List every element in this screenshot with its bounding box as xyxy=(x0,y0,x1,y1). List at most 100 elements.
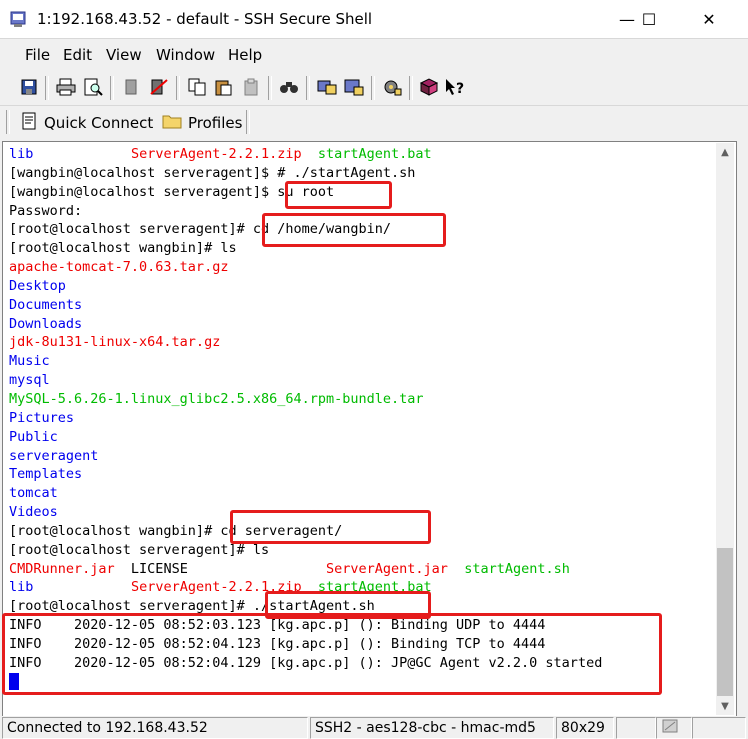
terminal-line: Pictures xyxy=(4,409,716,428)
terminal-text: serveragent xyxy=(9,447,99,464)
quick-connect-icon xyxy=(20,112,38,134)
terminal-text: Public xyxy=(9,428,58,445)
close-button[interactable]: ✕ xyxy=(686,0,732,38)
terminal-line: jdk-8u131-linux-x64.tar.gz xyxy=(4,333,716,352)
highlight-agent-output xyxy=(2,613,662,695)
scroll-up-arrow-icon[interactable]: ▲ xyxy=(716,143,734,161)
terminal-line: apache-tomcat-7.0.63.tar.gz xyxy=(4,258,716,277)
terminal-text: Pictures xyxy=(9,409,75,426)
menu-view[interactable]: View xyxy=(106,46,142,64)
terminal-line: Documents xyxy=(4,296,716,315)
scrollbar-thumb[interactable] xyxy=(717,548,733,696)
terminal-text: [wangbin@localhost serveragent]$ # ./sta… xyxy=(9,164,416,181)
terminal-text: Templates xyxy=(9,466,83,483)
status-panel-last xyxy=(692,717,746,739)
settings-icon[interactable] xyxy=(381,76,403,98)
toolbar-separator xyxy=(268,76,272,100)
terminal-text: Password: xyxy=(9,202,83,219)
highlight-su-root xyxy=(285,181,392,209)
profiles-button[interactable]: Profiles xyxy=(162,109,242,137)
scroll-down-arrow-icon[interactable]: ▼ xyxy=(716,697,734,715)
menu-file[interactable]: File xyxy=(25,46,50,64)
paste-icon[interactable] xyxy=(212,76,234,98)
terminal-line: Public xyxy=(4,428,716,447)
terminal-text: Desktop xyxy=(9,277,66,294)
print-preview-icon[interactable] xyxy=(82,76,104,98)
terminal-text: CMDRunner.jar xyxy=(9,560,115,577)
terminal-line: Desktop xyxy=(4,277,716,296)
save-icon[interactable] xyxy=(18,76,40,98)
terminal-line: Music xyxy=(4,352,716,371)
terminal-text: Music xyxy=(9,353,50,370)
status-connection: Connected to 192.168.43.52 xyxy=(2,717,308,739)
terminal-line: tomcat xyxy=(4,484,716,503)
terminal-text: Videos xyxy=(9,504,58,521)
terminal-text: startAgent.sh xyxy=(464,560,570,577)
terminal-text: LICENSE xyxy=(114,560,326,577)
quick-connect-button[interactable]: Quick Connect xyxy=(20,109,153,137)
copy-icon[interactable] xyxy=(186,76,208,98)
help-book-icon[interactable] xyxy=(418,76,440,98)
menu-help[interactable]: Help xyxy=(228,46,262,64)
terminal-text: apache-tomcat-7.0.63.tar.gz xyxy=(9,259,229,276)
terminal-line: MySQL-5.6.26-1.linux_glibc2.5.x86_64.rpm… xyxy=(4,390,716,409)
status-panel-empty xyxy=(616,717,656,739)
toolbar: ? xyxy=(0,71,748,105)
menu-window[interactable]: Window xyxy=(156,46,215,64)
print-icon[interactable] xyxy=(55,76,77,98)
terminal-text: MySQL-5.6.26-1.linux_glibc2.5.x86_64.rpm… xyxy=(9,390,424,407)
menu-edit[interactable]: Edit xyxy=(63,46,92,64)
ssh-shell-app-icon xyxy=(10,10,28,28)
toolbar-separator xyxy=(409,76,413,100)
status-bar: Connected to 192.168.43.52 SSH2 - aes128… xyxy=(0,716,748,739)
terminal-line: serveragent xyxy=(4,447,716,466)
toolbar-separator xyxy=(306,76,310,100)
terminal-line: lib ServerAgent-2.2.1.zip startAgent.bat xyxy=(4,145,716,164)
menu-bar: File Edit View Window Help xyxy=(0,38,748,72)
status-cipher: SSH2 - aes128-cbc - hmac-md5 xyxy=(310,717,554,739)
terminal-text: mysql xyxy=(9,372,50,389)
terminal-text: jdk-8u131-linux-x64.tar.gz xyxy=(9,334,221,351)
folder-icon xyxy=(162,113,182,133)
connect-icon[interactable] xyxy=(148,76,170,98)
terminal-text: ServerAgent-2.2.1.zip xyxy=(130,146,302,162)
window-title: 1:192.168.43.52 - default - SSH Secure S… xyxy=(37,10,373,28)
terminal-line: Templates xyxy=(4,465,716,484)
vertical-scrollbar[interactable]: ▲ ▼ xyxy=(716,143,734,715)
quick-connect-label: Quick Connect xyxy=(44,114,154,132)
svg-text:?: ? xyxy=(456,81,464,96)
terminal-line: mysql xyxy=(4,371,716,390)
disconnect-icon[interactable] xyxy=(120,76,142,98)
new-terminal-icon[interactable] xyxy=(343,76,365,98)
toolbar-grip xyxy=(6,110,10,134)
title-bar: 1:192.168.43.52 - default - SSH Secure S… xyxy=(0,0,748,38)
paste-special-icon[interactable] xyxy=(240,76,262,98)
status-panel-icon xyxy=(656,717,692,739)
find-icon[interactable] xyxy=(278,76,300,98)
quick-connect-bar: Quick Connect Profiles xyxy=(0,105,748,142)
toolbar-separator xyxy=(246,110,250,134)
terminal-line: CMDRunner.jar LICENSE ServerAgent.jar st… xyxy=(4,560,716,579)
terminal-text: lib xyxy=(9,146,34,162)
terminal-text: [root@localhost wangbin]# ls xyxy=(9,240,237,257)
toolbar-separator xyxy=(176,76,180,100)
context-help-icon[interactable]: ? xyxy=(444,76,466,98)
terminal-text: [root@localhost serveragent]# ls xyxy=(9,541,270,558)
maximize-button[interactable]: ☐ xyxy=(626,0,672,38)
toolbar-separator xyxy=(110,76,114,100)
close-icon: ✕ xyxy=(702,9,716,29)
highlight-cd-home xyxy=(262,213,446,247)
status-terminal-size: 80x29 xyxy=(556,717,614,739)
terminal-text: Documents xyxy=(9,296,83,313)
toolbar-separator xyxy=(371,76,375,100)
terminal-text: lib xyxy=(9,579,34,596)
terminal-text: tomcat xyxy=(9,485,58,502)
lock-status-icon xyxy=(661,718,679,738)
profiles-label: Profiles xyxy=(188,114,243,132)
file-transfer-icon[interactable] xyxy=(316,76,338,98)
maximize-icon: ☐ xyxy=(641,9,657,29)
